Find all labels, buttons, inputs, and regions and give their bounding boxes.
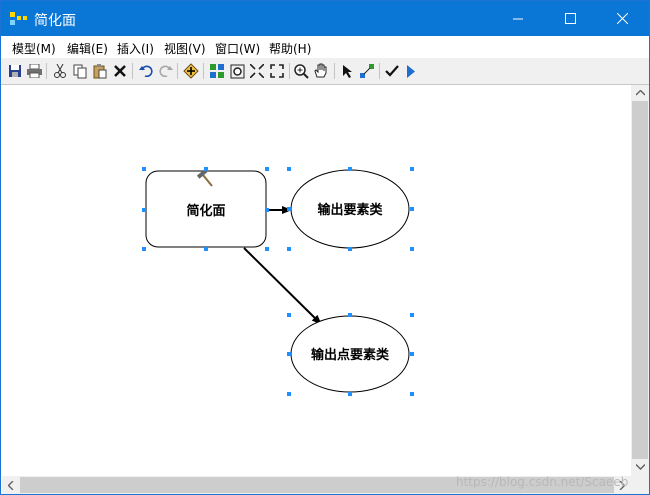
menu-help[interactable]: 帮助(H) — [269, 40, 311, 57]
delete-button[interactable] — [111, 62, 129, 80]
maximize-icon — [564, 13, 576, 24]
menu-view[interactable]: 视图(V) — [164, 40, 206, 57]
full-extent-button[interactable] — [228, 62, 246, 80]
run-button[interactable] — [402, 62, 420, 80]
zoom-in-icon — [293, 63, 309, 79]
menu-edit[interactable]: 编辑(E) — [67, 40, 108, 57]
cut-button[interactable] — [51, 62, 69, 80]
model-builder-window: 简化面 模型(M) 编辑(E) 插入(I) 视图(V) 窗口(W) 帮助(H) — [0, 0, 650, 495]
minimize-icon — [512, 18, 523, 20]
scroll-up-button[interactable] — [631, 85, 649, 101]
select-button[interactable] — [338, 62, 356, 80]
model-builder-app-icon — [10, 12, 27, 25]
add-data-icon — [183, 63, 199, 79]
undo-icon — [139, 65, 153, 77]
print-button[interactable] — [25, 62, 43, 80]
copy-button[interactable] — [71, 62, 89, 80]
toolbar-separator — [46, 63, 47, 79]
output-node-2[interactable]: 输出点要素类 — [290, 315, 410, 393]
redo-button[interactable] — [157, 62, 175, 80]
model-canvas[interactable]: 简化面 输出要素类 输出点要素类 — [2, 85, 631, 475]
output-node-1[interactable]: 输出要素类 — [290, 169, 410, 249]
full-extent-icon — [230, 64, 244, 78]
vertical-scroll-thumb[interactable] — [632, 101, 648, 459]
print-icon — [26, 64, 42, 78]
chevron-left-icon — [8, 480, 14, 490]
title-bar[interactable]: 简化面 — [1, 1, 649, 36]
menu-model[interactable]: 模型(M) — [12, 40, 56, 57]
run-icon — [407, 64, 415, 78]
redo-icon — [159, 65, 173, 77]
auto-layout-icon — [210, 64, 224, 78]
add-data-button[interactable] — [182, 62, 200, 80]
auto-layout-button[interactable] — [208, 62, 226, 80]
zoom-in-fixed-button[interactable] — [248, 62, 266, 80]
paste-button[interactable] — [91, 62, 109, 80]
zoom-in-button[interactable] — [292, 62, 310, 80]
chevron-up-icon — [635, 90, 645, 96]
connect-button[interactable] — [358, 62, 376, 80]
toolbar-separator — [334, 63, 335, 79]
model-diagram: 简化面 输出要素类 输出点要素类 — [142, 167, 414, 396]
toolbar-separator — [132, 63, 133, 79]
menu-bar: 模型(M) 编辑(E) 插入(I) 视图(V) 窗口(W) 帮助(H) — [1, 36, 649, 58]
pan-icon — [314, 63, 327, 78]
copy-icon — [73, 64, 87, 78]
output-node-2-label: 输出点要素类 — [311, 347, 390, 363]
zoom-out-fixed-icon — [270, 64, 284, 78]
close-icon — [616, 13, 628, 24]
save-icon — [9, 65, 21, 77]
cut-icon — [54, 64, 66, 78]
paste-icon — [93, 63, 107, 78]
toolbar-separator — [203, 63, 204, 79]
watermark-text: https://blog.csdn.net/Scaeeb — [456, 475, 629, 489]
minimize-button[interactable] — [495, 1, 541, 36]
connector-process-to-output2 — [243, 247, 322, 325]
close-button[interactable] — [599, 1, 645, 36]
undo-button[interactable] — [137, 62, 155, 80]
connect-icon — [360, 64, 374, 78]
window-title: 简化面 — [34, 13, 76, 29]
validate-button[interactable] — [383, 62, 401, 80]
pan-button[interactable] — [312, 62, 330, 80]
toolbar-separator — [289, 63, 290, 79]
zoom-in-fixed-icon — [250, 64, 264, 78]
save-button[interactable] — [6, 62, 24, 80]
scroll-down-button[interactable] — [631, 459, 649, 475]
select-icon — [343, 64, 352, 78]
toolbar-separator — [177, 63, 178, 79]
menu-insert[interactable]: 插入(I) — [117, 40, 154, 57]
scroll-left-button[interactable] — [2, 477, 20, 493]
chevron-down-icon — [635, 464, 645, 470]
process-node[interactable]: 简化面 — [145, 169, 267, 248]
menu-window[interactable]: 窗口(W) — [215, 40, 260, 57]
maximize-button[interactable] — [547, 1, 593, 36]
validate-icon — [385, 65, 399, 77]
scrollbar-corner — [631, 476, 649, 494]
toolbar — [1, 58, 649, 85]
output-node-1-label: 输出要素类 — [317, 202, 383, 218]
process-node-label: 简化面 — [186, 203, 225, 219]
delete-icon — [114, 65, 126, 77]
zoom-out-fixed-button[interactable] — [268, 62, 286, 80]
toolbar-separator — [379, 63, 380, 79]
